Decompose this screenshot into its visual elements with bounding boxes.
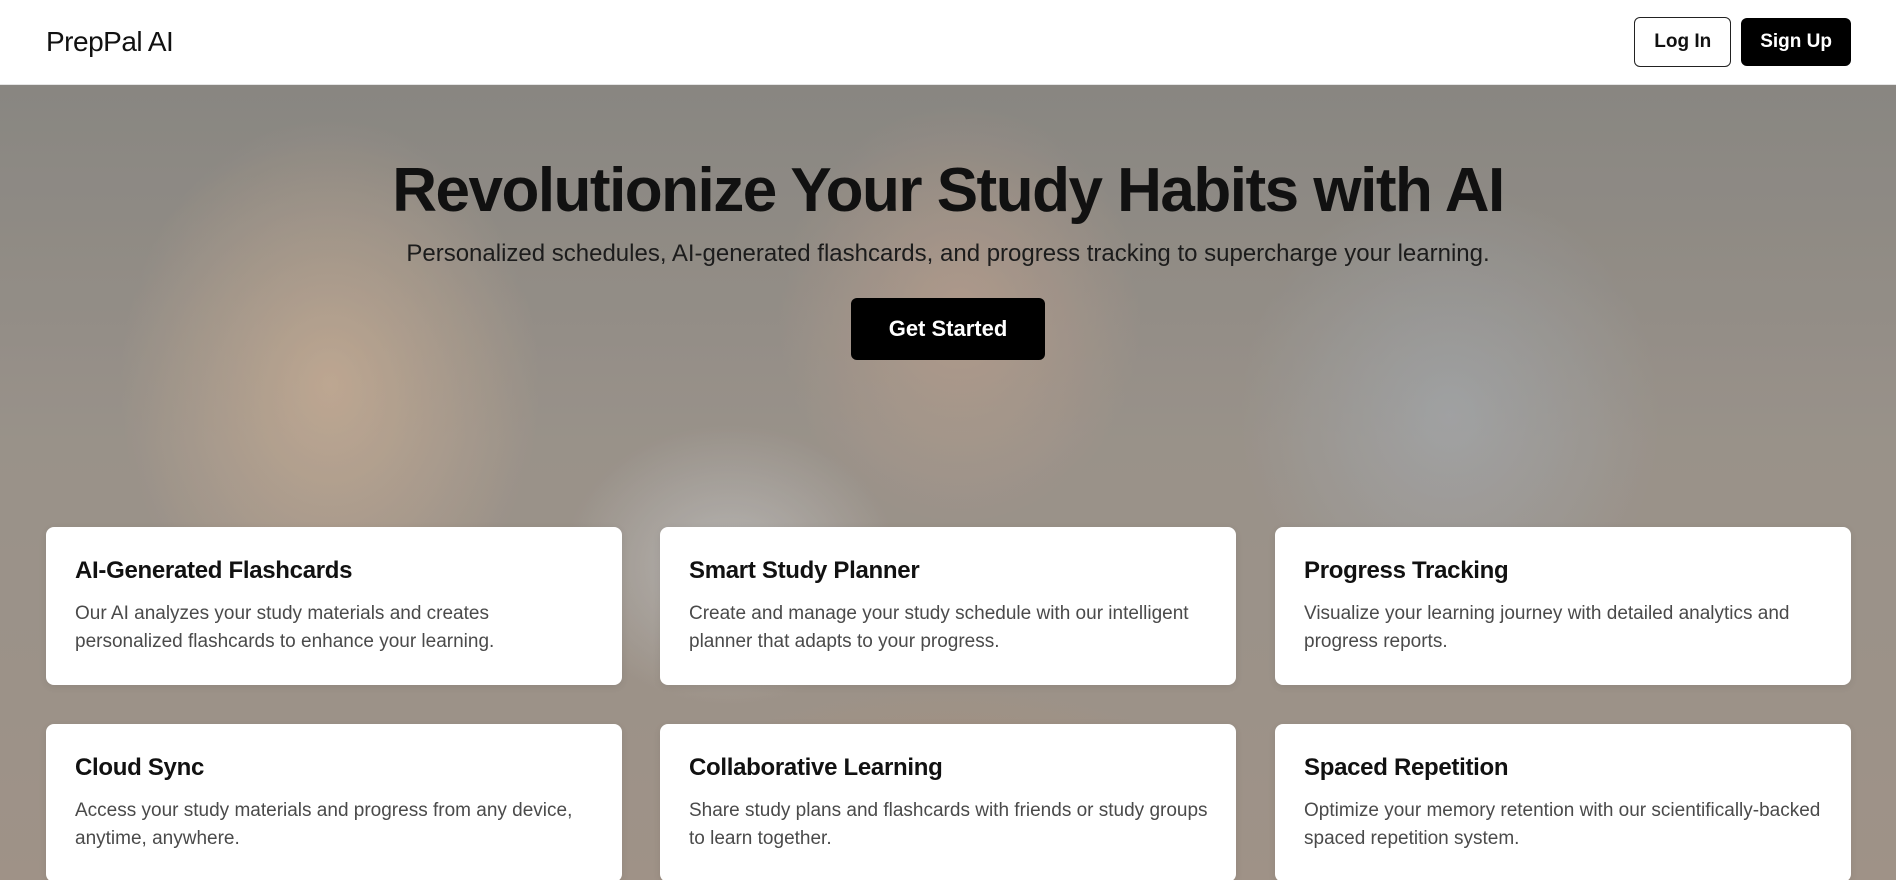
feature-card-title: Progress Tracking [1304,557,1509,584]
feature-card-cloud-sync: Cloud Sync Access your study materials a… [46,724,622,880]
feature-card-description: Create and manage your study schedule wi… [689,603,1189,652]
feature-card-description: Optimize your memory retention with our … [1304,800,1821,849]
feature-card-progress-tracking: Progress Tracking Visualize your learnin… [1275,527,1851,685]
feature-card-description: Our AI analyzes your study materials and… [75,603,495,652]
feature-card-collaborative-learning: Collaborative Learning Share study plans… [660,724,1236,880]
feature-card-spaced-repetition: Spaced Repetition Optimize your memory r… [1275,724,1851,880]
hero-content: Revolutionize Your Study Habits with AI … [0,85,1896,360]
hero-title: Revolutionize Your Study Habits with AI [392,156,1505,225]
feature-card-description: Visualize your learning journey with det… [1304,603,1790,652]
login-button[interactable]: Log In [1634,17,1732,67]
feature-card-ai-flashcards: AI-Generated Flashcards Our AI analyzes … [46,527,622,685]
feature-card-description: Share study plans and flashcards with fr… [689,800,1208,849]
hero-subtitle: Personalized schedules, AI-generated fla… [406,240,1490,267]
feature-card-title: Collaborative Learning [689,754,943,781]
brand-logo[interactable]: PrepPal AI [46,26,174,58]
top-navbar: PrepPal AI Log In Sign Up [0,0,1896,85]
feature-card-title: Cloud Sync [75,754,205,781]
signup-button[interactable]: Sign Up [1741,18,1851,66]
feature-card-title: AI-Generated Flashcards [75,557,353,584]
feature-card-study-planner: Smart Study Planner Create and manage yo… [660,527,1236,685]
nav-actions: Log In Sign Up [1634,17,1851,67]
feature-card-title: Smart Study Planner [689,557,920,584]
hero-section: Revolutionize Your Study Habits with AI … [0,85,1896,880]
feature-card-description: Access your study materials and progress… [75,800,573,849]
get-started-button[interactable]: Get Started [850,298,1046,360]
feature-card-title: Spaced Repetition [1304,754,1509,781]
